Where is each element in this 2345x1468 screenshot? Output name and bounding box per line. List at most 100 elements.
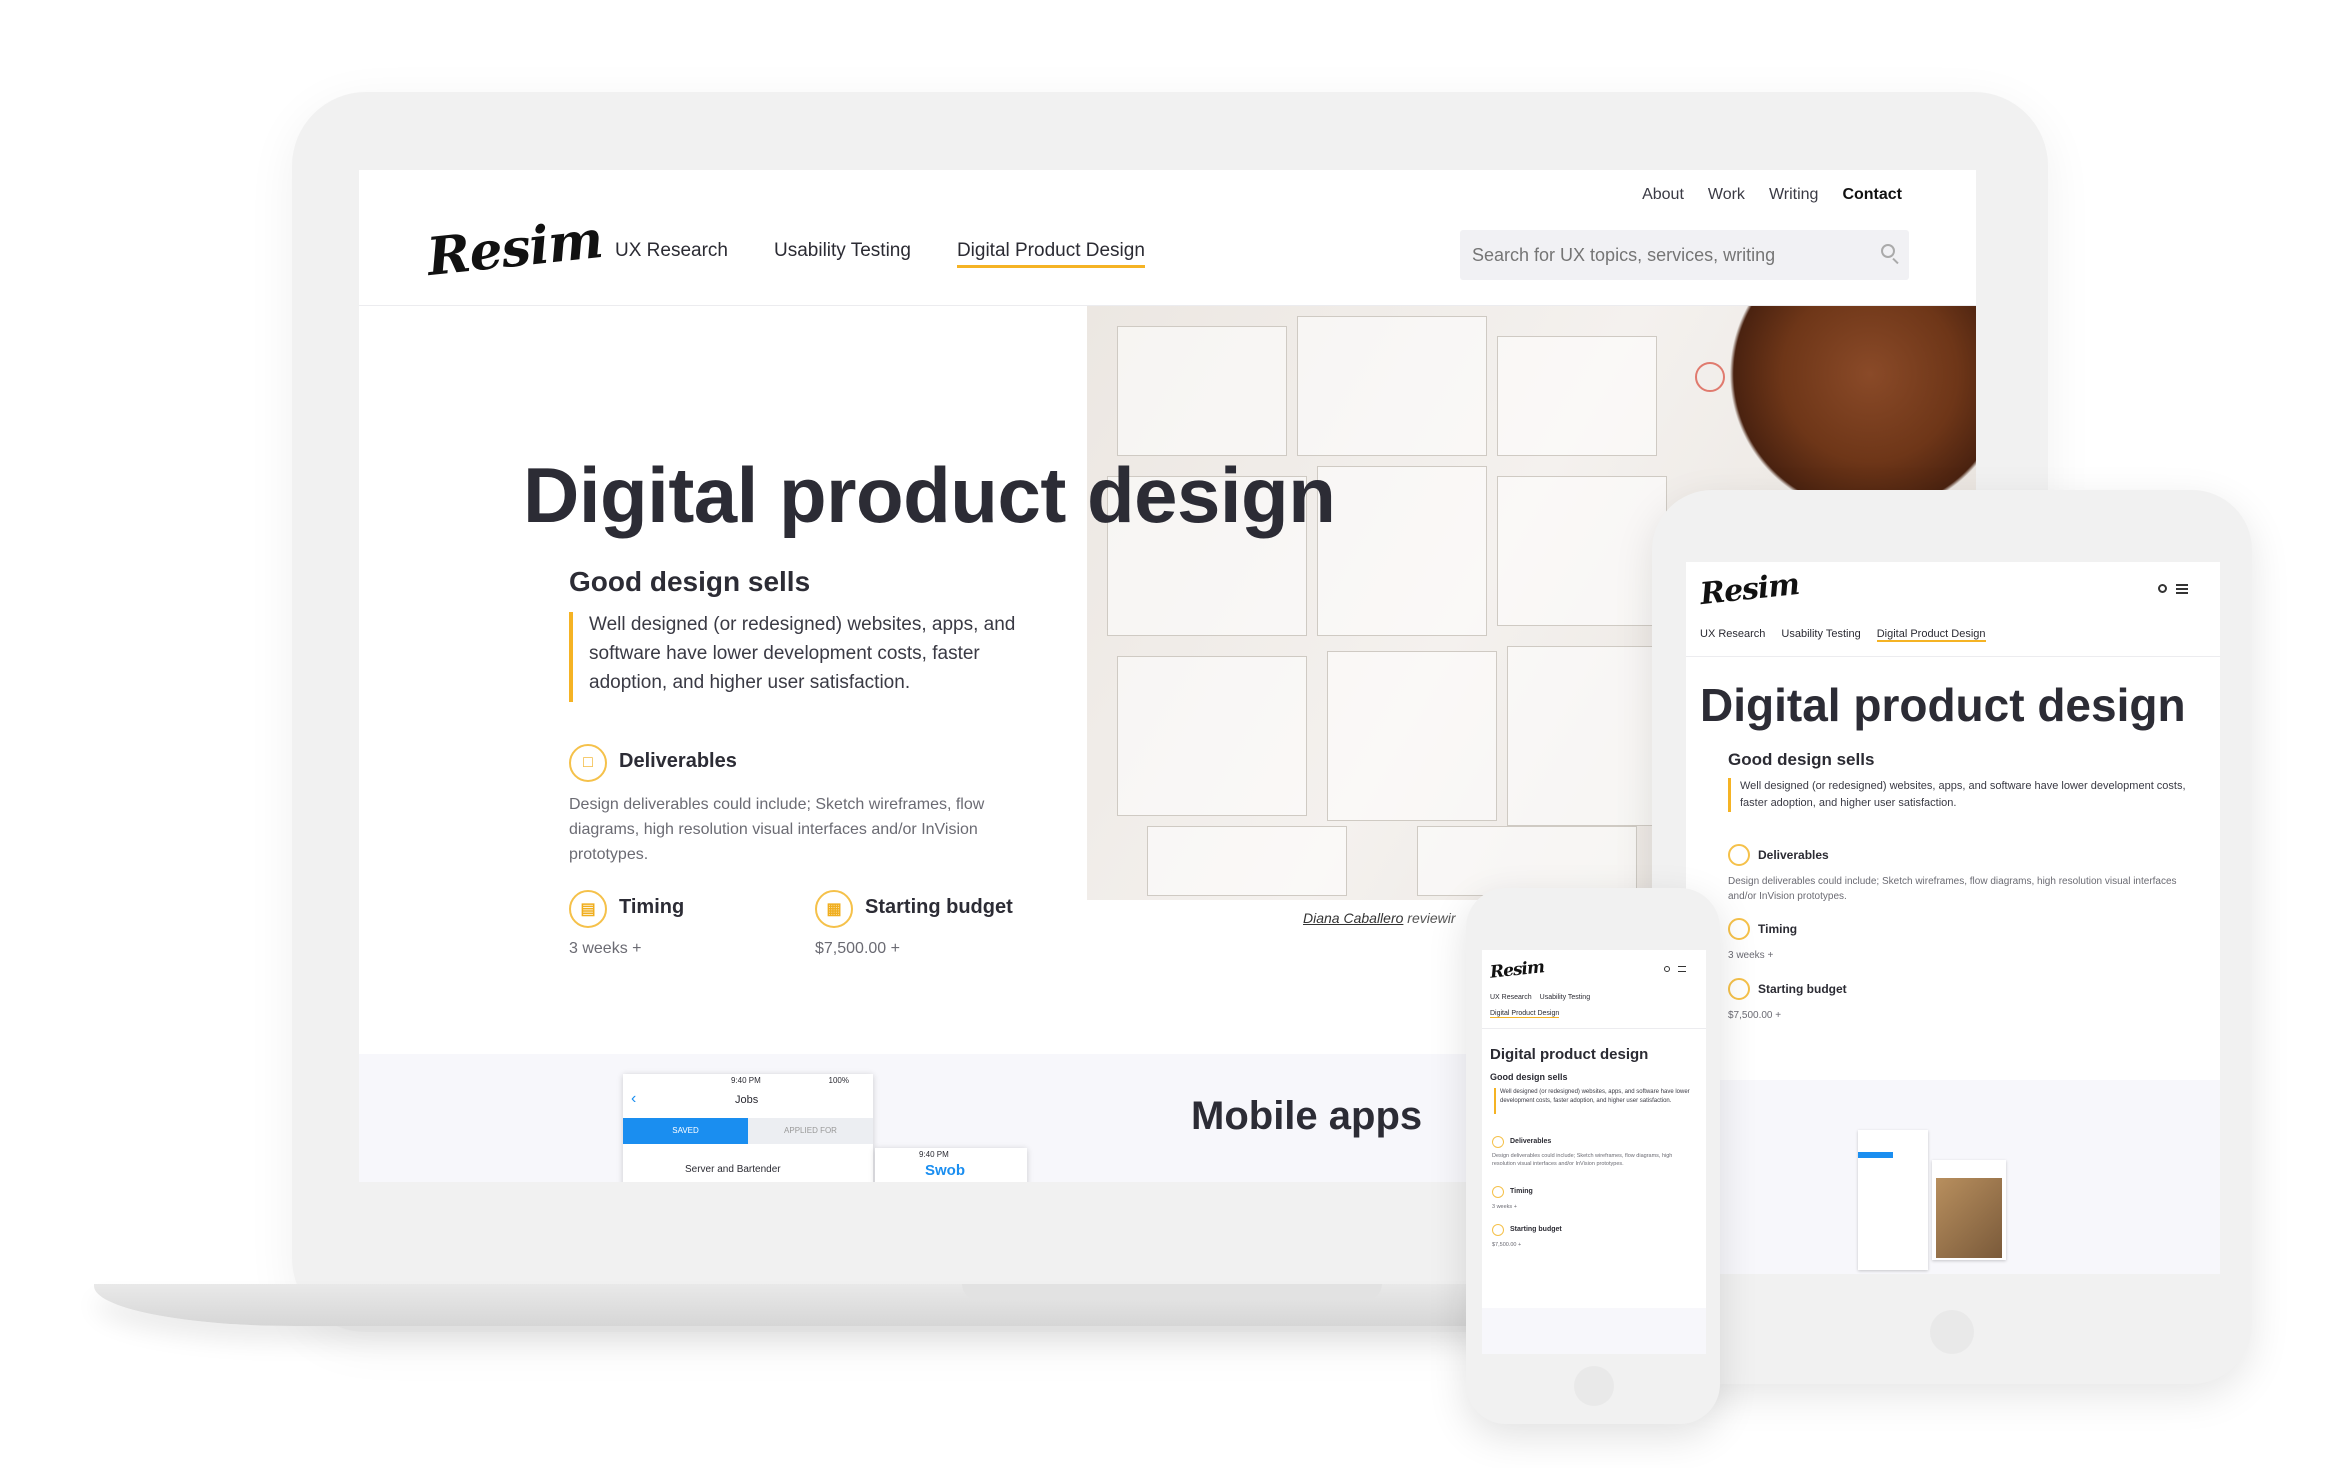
timing-title: Timing bbox=[619, 896, 685, 918]
caption-text: reviewir bbox=[1407, 910, 1456, 926]
menu-icon[interactable] bbox=[1678, 966, 1686, 972]
top-nav: About Work Writing Contact bbox=[1642, 186, 1902, 204]
top-nav-contact[interactable]: Contact bbox=[1842, 186, 1902, 204]
nav-digital-product-design[interactable]: Digital Product Design bbox=[1490, 1010, 1560, 1018]
calendar-icon bbox=[1492, 1186, 1504, 1198]
quote-text: Well designed (or redesigned) websites, … bbox=[1500, 1089, 1690, 1104]
wireframe-sheet bbox=[1117, 326, 1287, 456]
photo-credit-link[interactable]: Diana Caballero bbox=[1303, 910, 1403, 926]
nav-digital-product-design[interactable]: Digital Product Design bbox=[1876, 628, 1986, 642]
calculator-icon: ▦ bbox=[815, 890, 853, 928]
page-title: Digital product design bbox=[1700, 679, 2186, 731]
timing-value: 3 weeks + bbox=[569, 940, 642, 957]
budget-value: $7,500.00 + bbox=[815, 940, 900, 957]
deliverables-text: Design deliverables could include; Sketc… bbox=[569, 796, 985, 863]
search-icon[interactable] bbox=[1881, 244, 1895, 258]
top-nav-writing[interactable]: Writing bbox=[1769, 186, 1819, 204]
nav-ux-research[interactable]: UX Research bbox=[1490, 994, 1532, 1001]
calculator-icon bbox=[1728, 978, 1750, 1000]
menu-icon-middle bbox=[2176, 588, 2188, 590]
search-icon[interactable] bbox=[1664, 966, 1670, 972]
quote-text: Well designed (or redesigned) websites, … bbox=[1740, 780, 2186, 809]
section-subtitle: Good design sells bbox=[569, 566, 811, 597]
main-nav: UX Research Usability Testing bbox=[1490, 994, 1590, 1001]
deliverables-title: Deliverables bbox=[1758, 848, 1829, 862]
back-chevron-icon[interactable]: ‹ bbox=[631, 1090, 636, 1108]
swob-logo: Swob bbox=[925, 1162, 965, 1179]
brand-logo[interactable]: Resim bbox=[424, 209, 605, 288]
status-battery: 100% bbox=[828, 1076, 849, 1085]
deliverables-title: Deliverables bbox=[619, 750, 737, 772]
status-time: 9:40 PM bbox=[731, 1076, 761, 1085]
budget-title: Starting budget bbox=[1758, 982, 1847, 996]
section-subtitle: Good design sells bbox=[1728, 750, 1875, 769]
search-icon-handle bbox=[1892, 257, 1899, 265]
page-title: Digital product design bbox=[523, 451, 1336, 539]
timing-value: 3 weeks + bbox=[1728, 950, 1774, 961]
job-item[interactable]: Server and Bartender bbox=[685, 1164, 781, 1175]
nav-ux-research[interactable]: UX Research bbox=[615, 240, 728, 268]
calculator-icon bbox=[1492, 1224, 1504, 1236]
search-icon[interactable] bbox=[2158, 584, 2167, 593]
header-divider bbox=[1482, 1028, 1706, 1029]
quote-bar bbox=[569, 612, 573, 702]
photo-caption: Diana Caballero reviewir bbox=[1303, 910, 1456, 926]
app-thumbnail bbox=[1858, 1130, 1928, 1270]
tab-applied[interactable]: APPLIED FOR bbox=[748, 1118, 873, 1144]
wireframe-sheet bbox=[1497, 476, 1667, 626]
person-hair bbox=[1727, 306, 1976, 506]
search-input[interactable] bbox=[1472, 242, 1852, 268]
page-title: Digital product design bbox=[1490, 1046, 1649, 1063]
main-nav: UX Research Usability Testing Digital Pr… bbox=[615, 240, 1145, 268]
timing-title: Timing bbox=[1510, 1188, 1533, 1195]
phone-home-button bbox=[1574, 1366, 1614, 1406]
header-divider bbox=[1686, 656, 2220, 657]
wireframe-sheet bbox=[1297, 316, 1487, 456]
timing-title: Timing bbox=[1758, 922, 1798, 936]
nav-usability-testing[interactable]: Usability Testing bbox=[774, 240, 911, 268]
brand-logo[interactable]: Resim bbox=[1489, 957, 1545, 983]
budget-title: Starting budget bbox=[1510, 1226, 1562, 1233]
nav-ux-research[interactable]: UX Research bbox=[1700, 628, 1765, 642]
calendar-icon bbox=[1728, 918, 1750, 940]
nav-usability-testing[interactable]: Usability Testing bbox=[1540, 994, 1590, 1001]
document-icon bbox=[1492, 1136, 1504, 1148]
document-icon: □ bbox=[569, 744, 607, 782]
wireframe-sheet bbox=[1327, 651, 1497, 821]
wireframe-sheet bbox=[1147, 826, 1347, 896]
timing-value: 3 weeks + bbox=[1492, 1204, 1517, 1210]
wireframe-sheet bbox=[1117, 656, 1307, 816]
search-box[interactable] bbox=[1460, 230, 1909, 280]
top-nav-about[interactable]: About bbox=[1642, 186, 1684, 204]
wireframe-sheet bbox=[1417, 826, 1637, 896]
wireframe-sheet bbox=[1507, 646, 1667, 826]
calendar-icon: ▤ bbox=[569, 890, 607, 928]
nav-usability-testing[interactable]: Usability Testing bbox=[1781, 628, 1860, 642]
quote-text: Well designed (or redesigned) websites, … bbox=[589, 614, 1016, 693]
wireframe-sheet bbox=[1317, 466, 1487, 636]
app-thumbnail-photo bbox=[1932, 1160, 2006, 1260]
nav-digital-product-design[interactable]: Digital Product Design bbox=[956, 240, 1145, 268]
section-title-mobile-apps: Mobile apps bbox=[1191, 1094, 1423, 1138]
mobile-apps-section bbox=[1686, 1080, 2220, 1274]
tab-saved[interactable]: SAVED bbox=[623, 1118, 748, 1144]
brand-logo[interactable]: Resim bbox=[1698, 567, 1800, 612]
budget-value: $7,500.00 + bbox=[1728, 1010, 1782, 1021]
wireframe-sheet bbox=[1497, 336, 1657, 456]
deliverables-text: Design deliverables could include; Sketc… bbox=[1492, 1153, 1673, 1167]
app-header: Jobs bbox=[735, 1094, 759, 1106]
red-x-mark bbox=[1695, 362, 1725, 392]
tablet-home-button bbox=[1930, 1310, 1974, 1354]
section-subtitle: Good design sells bbox=[1490, 1072, 1568, 1082]
laptop-notch bbox=[962, 1284, 1382, 1300]
document-icon bbox=[1728, 844, 1750, 866]
quote-bar bbox=[1728, 778, 1731, 812]
quote-bar bbox=[1494, 1088, 1496, 1114]
app-screenshot-swob: 9:40 PM Swob bbox=[875, 1148, 1027, 1182]
top-nav-work[interactable]: Work bbox=[1708, 186, 1745, 204]
status-time: 9:40 PM bbox=[919, 1150, 949, 1159]
main-nav: UX Research Usability Testing Digital Pr… bbox=[1700, 628, 1986, 642]
deliverables-text: Design deliverables could include; Sketc… bbox=[1728, 876, 2177, 902]
app-screenshot-saved-jobs: 9:40 PM 100% ‹ Jobs SAVED APPLIED FOR Se… bbox=[623, 1074, 873, 1182]
phone-screen: Resim UX Research Usability Testing Digi… bbox=[1482, 950, 1706, 1354]
